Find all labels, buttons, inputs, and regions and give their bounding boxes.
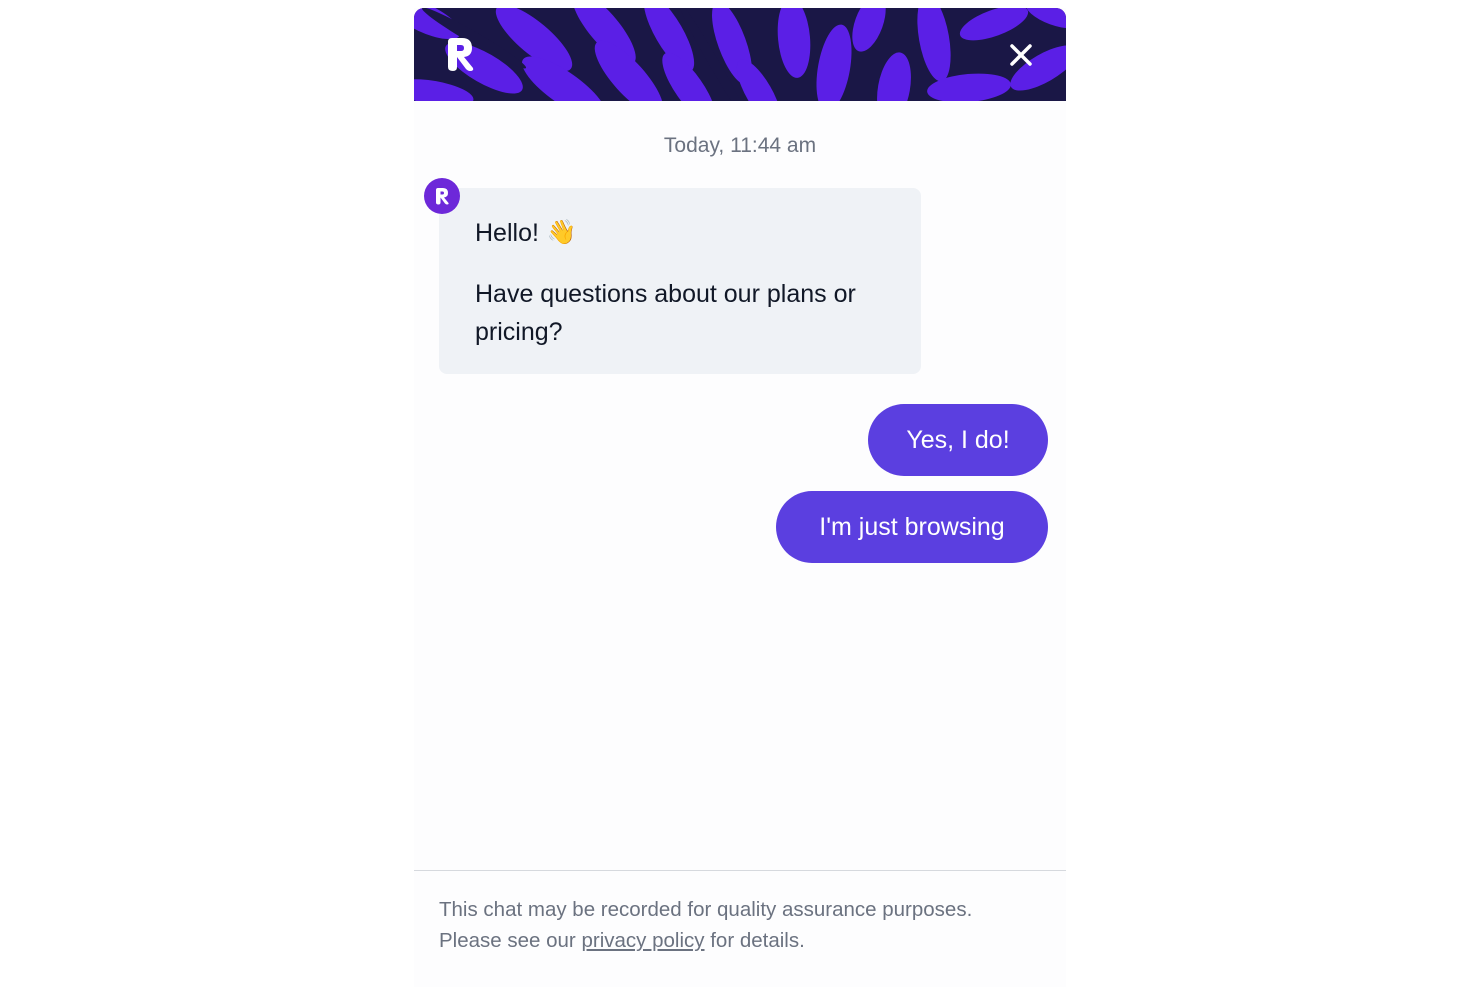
close-icon[interactable] xyxy=(1004,38,1038,72)
disclaimer-line2-suffix: for details. xyxy=(710,929,805,952)
recording-disclaimer: This chat may be recorded for quality as… xyxy=(439,894,1049,956)
quick-reply-yes-button[interactable]: Yes, I do! xyxy=(868,404,1048,476)
disclaimer-line2-prefix: Please see our xyxy=(439,929,576,952)
waving-hand-icon: 👋 xyxy=(546,219,577,246)
bot-greeting: Hello! 👋 xyxy=(475,214,891,252)
bot-avatar xyxy=(424,178,460,214)
bot-message-body: Have questions about our plans or pricin… xyxy=(475,280,856,346)
footer-divider xyxy=(414,870,1066,871)
chat-widget: Today, 11:44 am Hello! 👋 Have questions … xyxy=(414,8,1066,987)
chat-timestamp: Today, 11:44 am xyxy=(663,134,817,157)
r-logo-icon xyxy=(448,38,474,71)
r-logo-icon xyxy=(436,188,449,205)
greeting-text: Hello! xyxy=(475,219,539,247)
chat-header xyxy=(414,8,1066,101)
disclaimer-line1: This chat may be recorded for quality as… xyxy=(439,898,973,921)
privacy-policy-link[interactable]: privacy policy xyxy=(581,929,704,952)
quick-reply-browsing-button[interactable]: I'm just browsing xyxy=(776,491,1048,563)
bot-message-bubble: Hello! 👋 Have questions about our plans … xyxy=(439,188,921,374)
header-pattern xyxy=(414,8,1066,101)
